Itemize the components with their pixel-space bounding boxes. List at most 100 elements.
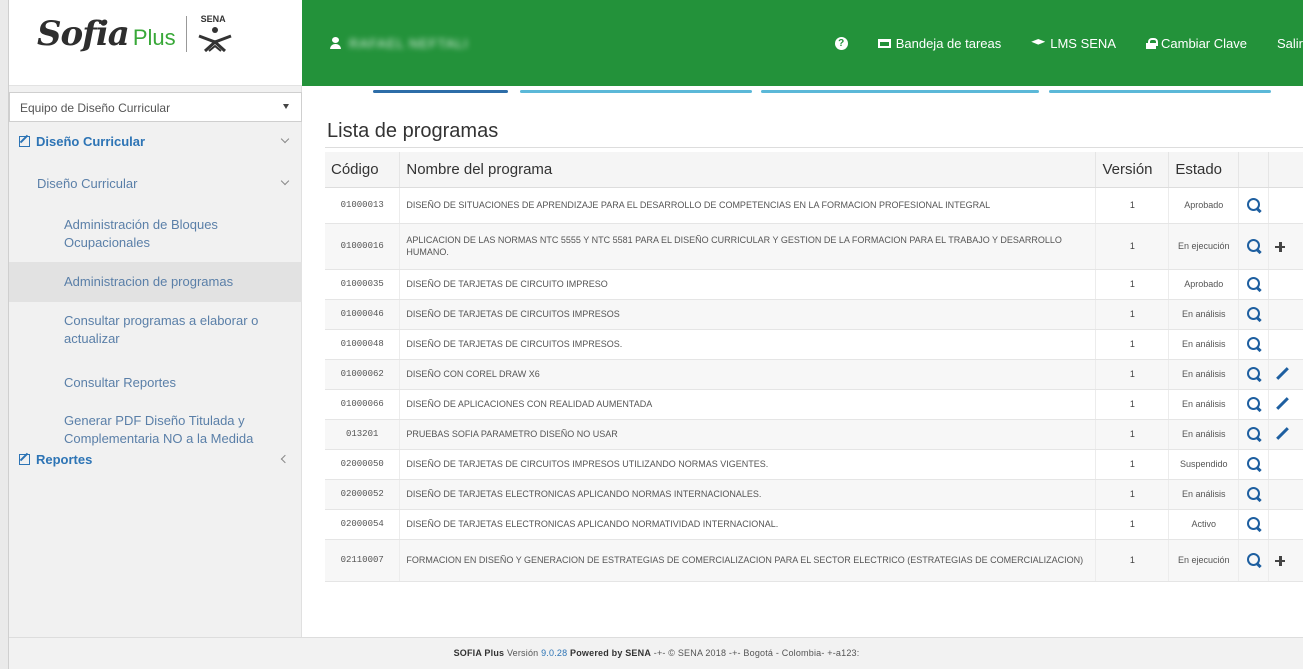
sidebar-item-consultar-reportes[interactable]: Consultar Reportes (9, 368, 302, 398)
table-row: 02000050 DISEÑO DE TARJETAS DE CIRCUITOS … (325, 449, 1303, 480)
program-version: 1 (1095, 539, 1170, 582)
program-actions-extra (1268, 389, 1303, 420)
pencil-icon[interactable] (1275, 396, 1291, 412)
logo-separator (185, 16, 187, 52)
sofia-plus-logo[interactable]: Sofia Plus SENA (37, 14, 233, 54)
search-icon[interactable] (1246, 238, 1262, 254)
search-icon[interactable] (1246, 426, 1262, 442)
search-icon[interactable] (1246, 396, 1262, 412)
program-state: En análisis (1168, 419, 1240, 450)
program-name: DISEÑO DE TARJETAS ELECTRONICAS APLICAND… (399, 479, 1097, 510)
column-header-nombre[interactable]: Nombre del programa (399, 152, 1097, 188)
program-code: 01000035 (325, 269, 401, 300)
table-row: 02000054 DISEÑO DE TARJETAS ELECTRONICAS … (325, 509, 1303, 540)
column-header-codigo[interactable]: Código (325, 152, 401, 188)
sidebar-item-consultar-programas[interactable]: Consultar programas a elaborar o actuali… (9, 308, 302, 352)
top-nav: ? Bandeja de tareas LMS SENA Cambiar Cla… (805, 36, 1303, 51)
title-divider (325, 147, 1303, 148)
pencil-icon[interactable] (1275, 426, 1291, 442)
column-header-estado[interactable]: Estado (1168, 152, 1240, 188)
footer-version-link[interactable]: 9.0.28 (541, 648, 567, 658)
program-state: En análisis (1168, 359, 1240, 390)
table-row: 01000016 APLICACION DE LAS NORMAS NTC 555… (325, 223, 1303, 270)
main-content: Lista de programas Código Nombre del pro… (315, 86, 1303, 637)
program-name: DISEÑO DE APLICACIONES CON REALIDAD AUME… (399, 389, 1097, 420)
sidebar-section-diseno-curricular[interactable]: Diseño Curricular (9, 128, 302, 154)
sidebar-section-reportes[interactable]: Reportes (9, 446, 302, 472)
table-row: 01000048 DISEÑO DE TARJETAS DE CIRCUITOS … (325, 329, 1303, 360)
search-icon[interactable] (1246, 456, 1262, 472)
change-password-link[interactable]: Cambiar Clave (1146, 36, 1247, 51)
program-code: 02000050 (325, 449, 401, 480)
program-actions (1238, 223, 1270, 270)
tab-indicator[interactable] (373, 90, 508, 93)
program-actions-extra (1268, 479, 1303, 510)
program-code: 02000054 (325, 509, 401, 540)
program-actions (1238, 299, 1270, 330)
sidebar-submenu-diseno-curricular[interactable]: Diseño Curricular (9, 168, 302, 198)
program-actions (1238, 539, 1270, 582)
program-actions-extra (1268, 449, 1303, 480)
footer-product: SOFIA Plus (453, 648, 505, 658)
program-actions (1238, 479, 1270, 510)
search-icon[interactable] (1246, 197, 1262, 213)
search-icon[interactable] (1246, 306, 1262, 322)
role-select[interactable]: Equipo de Diseño Curricular (9, 92, 302, 122)
programs-table-body: 01000013 DISEÑO DE SITUACIONES DE APRENDI… (325, 187, 1303, 582)
sidebar-item-administracion-programas[interactable]: Administracion de programas (9, 262, 302, 302)
pencil-icon[interactable] (1275, 366, 1291, 382)
program-name: APLICACION DE LAS NORMAS NTC 5555 Y NTC … (399, 223, 1097, 270)
sidebar-item-bloques-ocupacionales[interactable]: Administración de Bloques Ocupacionales (9, 212, 302, 256)
search-icon[interactable] (1246, 516, 1262, 532)
plus-icon[interactable] (1275, 555, 1286, 566)
program-name: DISEÑO DE SITUACIONES DE APRENDIZAJE PAR… (399, 187, 1097, 224)
program-state: Aprobado (1168, 269, 1240, 300)
lms-sena-link[interactable]: LMS SENA (1031, 36, 1116, 51)
sidebar-item-label: Generar PDF Diseño Titulada y Complement… (64, 413, 254, 446)
tab-indicator[interactable] (1049, 90, 1271, 93)
program-state: Suspendido (1168, 449, 1240, 480)
sidebar-item-label: Administracion de programas (64, 274, 234, 289)
program-state: En análisis (1168, 329, 1240, 360)
program-state: En ejecución (1168, 223, 1240, 270)
search-icon[interactable] (1246, 366, 1262, 382)
search-icon[interactable] (1246, 552, 1262, 568)
logo-area: Sofia Plus SENA (9, 0, 302, 86)
change-password-label: Cambiar Clave (1161, 35, 1247, 51)
plus-icon[interactable] (1275, 241, 1286, 252)
task-tray-link[interactable]: Bandeja de tareas (877, 36, 1001, 51)
lock-icon (1146, 37, 1158, 49)
program-code: 01000046 (325, 299, 401, 330)
program-state: En análisis (1168, 299, 1240, 330)
program-version: 1 (1095, 329, 1170, 360)
role-select-value: Equipo de Diseño Curricular (20, 101, 171, 115)
help-button[interactable]: ? (834, 36, 848, 50)
search-icon[interactable] (1246, 276, 1262, 292)
table-row: 02000052 DISEÑO DE TARJETAS ELECTRONICAS … (325, 479, 1303, 510)
tab-indicator[interactable] (761, 90, 1039, 93)
search-icon[interactable] (1246, 486, 1262, 502)
program-name: FORMACION EN DISEÑO Y GENERACION DE ESTR… (399, 539, 1097, 582)
program-actions-extra (1268, 359, 1303, 390)
page-title: Lista de programas (327, 120, 499, 142)
search-icon[interactable] (1246, 336, 1262, 352)
program-actions (1238, 359, 1270, 390)
program-actions-extra (1268, 187, 1303, 224)
footer-powered: Powered by (570, 648, 623, 658)
sidebar: Equipo de Diseño Curricular Diseño Curri… (9, 86, 302, 637)
tab-indicator[interactable] (520, 90, 752, 93)
column-header-version[interactable]: Versión (1095, 152, 1170, 188)
user-info[interactable]: RAFAEL NEFTALI (330, 36, 468, 51)
table-row: 01000046 DISEÑO DE TARJETAS DE CIRCUITOS … (325, 299, 1303, 330)
logo-sofia-text: Sofia (37, 14, 130, 54)
program-name: DISEÑO DE TARJETAS DE CIRCUITOS IMPRESOS… (399, 449, 1097, 480)
graduation-cap-icon (1031, 39, 1046, 45)
logout-link[interactable]: Salir (1277, 36, 1303, 51)
lms-sena-label: LMS SENA (1050, 35, 1116, 51)
top-bar: RAFAEL NEFTALI ? Bandeja de tareas LMS S… (302, 0, 1303, 86)
logout-label: Salir (1276, 35, 1303, 51)
column-header-actions (1238, 152, 1270, 188)
sidebar-item-label: Consultar programas a elaborar o actuali… (64, 313, 259, 346)
program-name: DISEÑO DE TARJETAS DE CIRCUITOS IMPRESOS… (399, 329, 1097, 360)
program-code: 02000052 (325, 479, 401, 510)
